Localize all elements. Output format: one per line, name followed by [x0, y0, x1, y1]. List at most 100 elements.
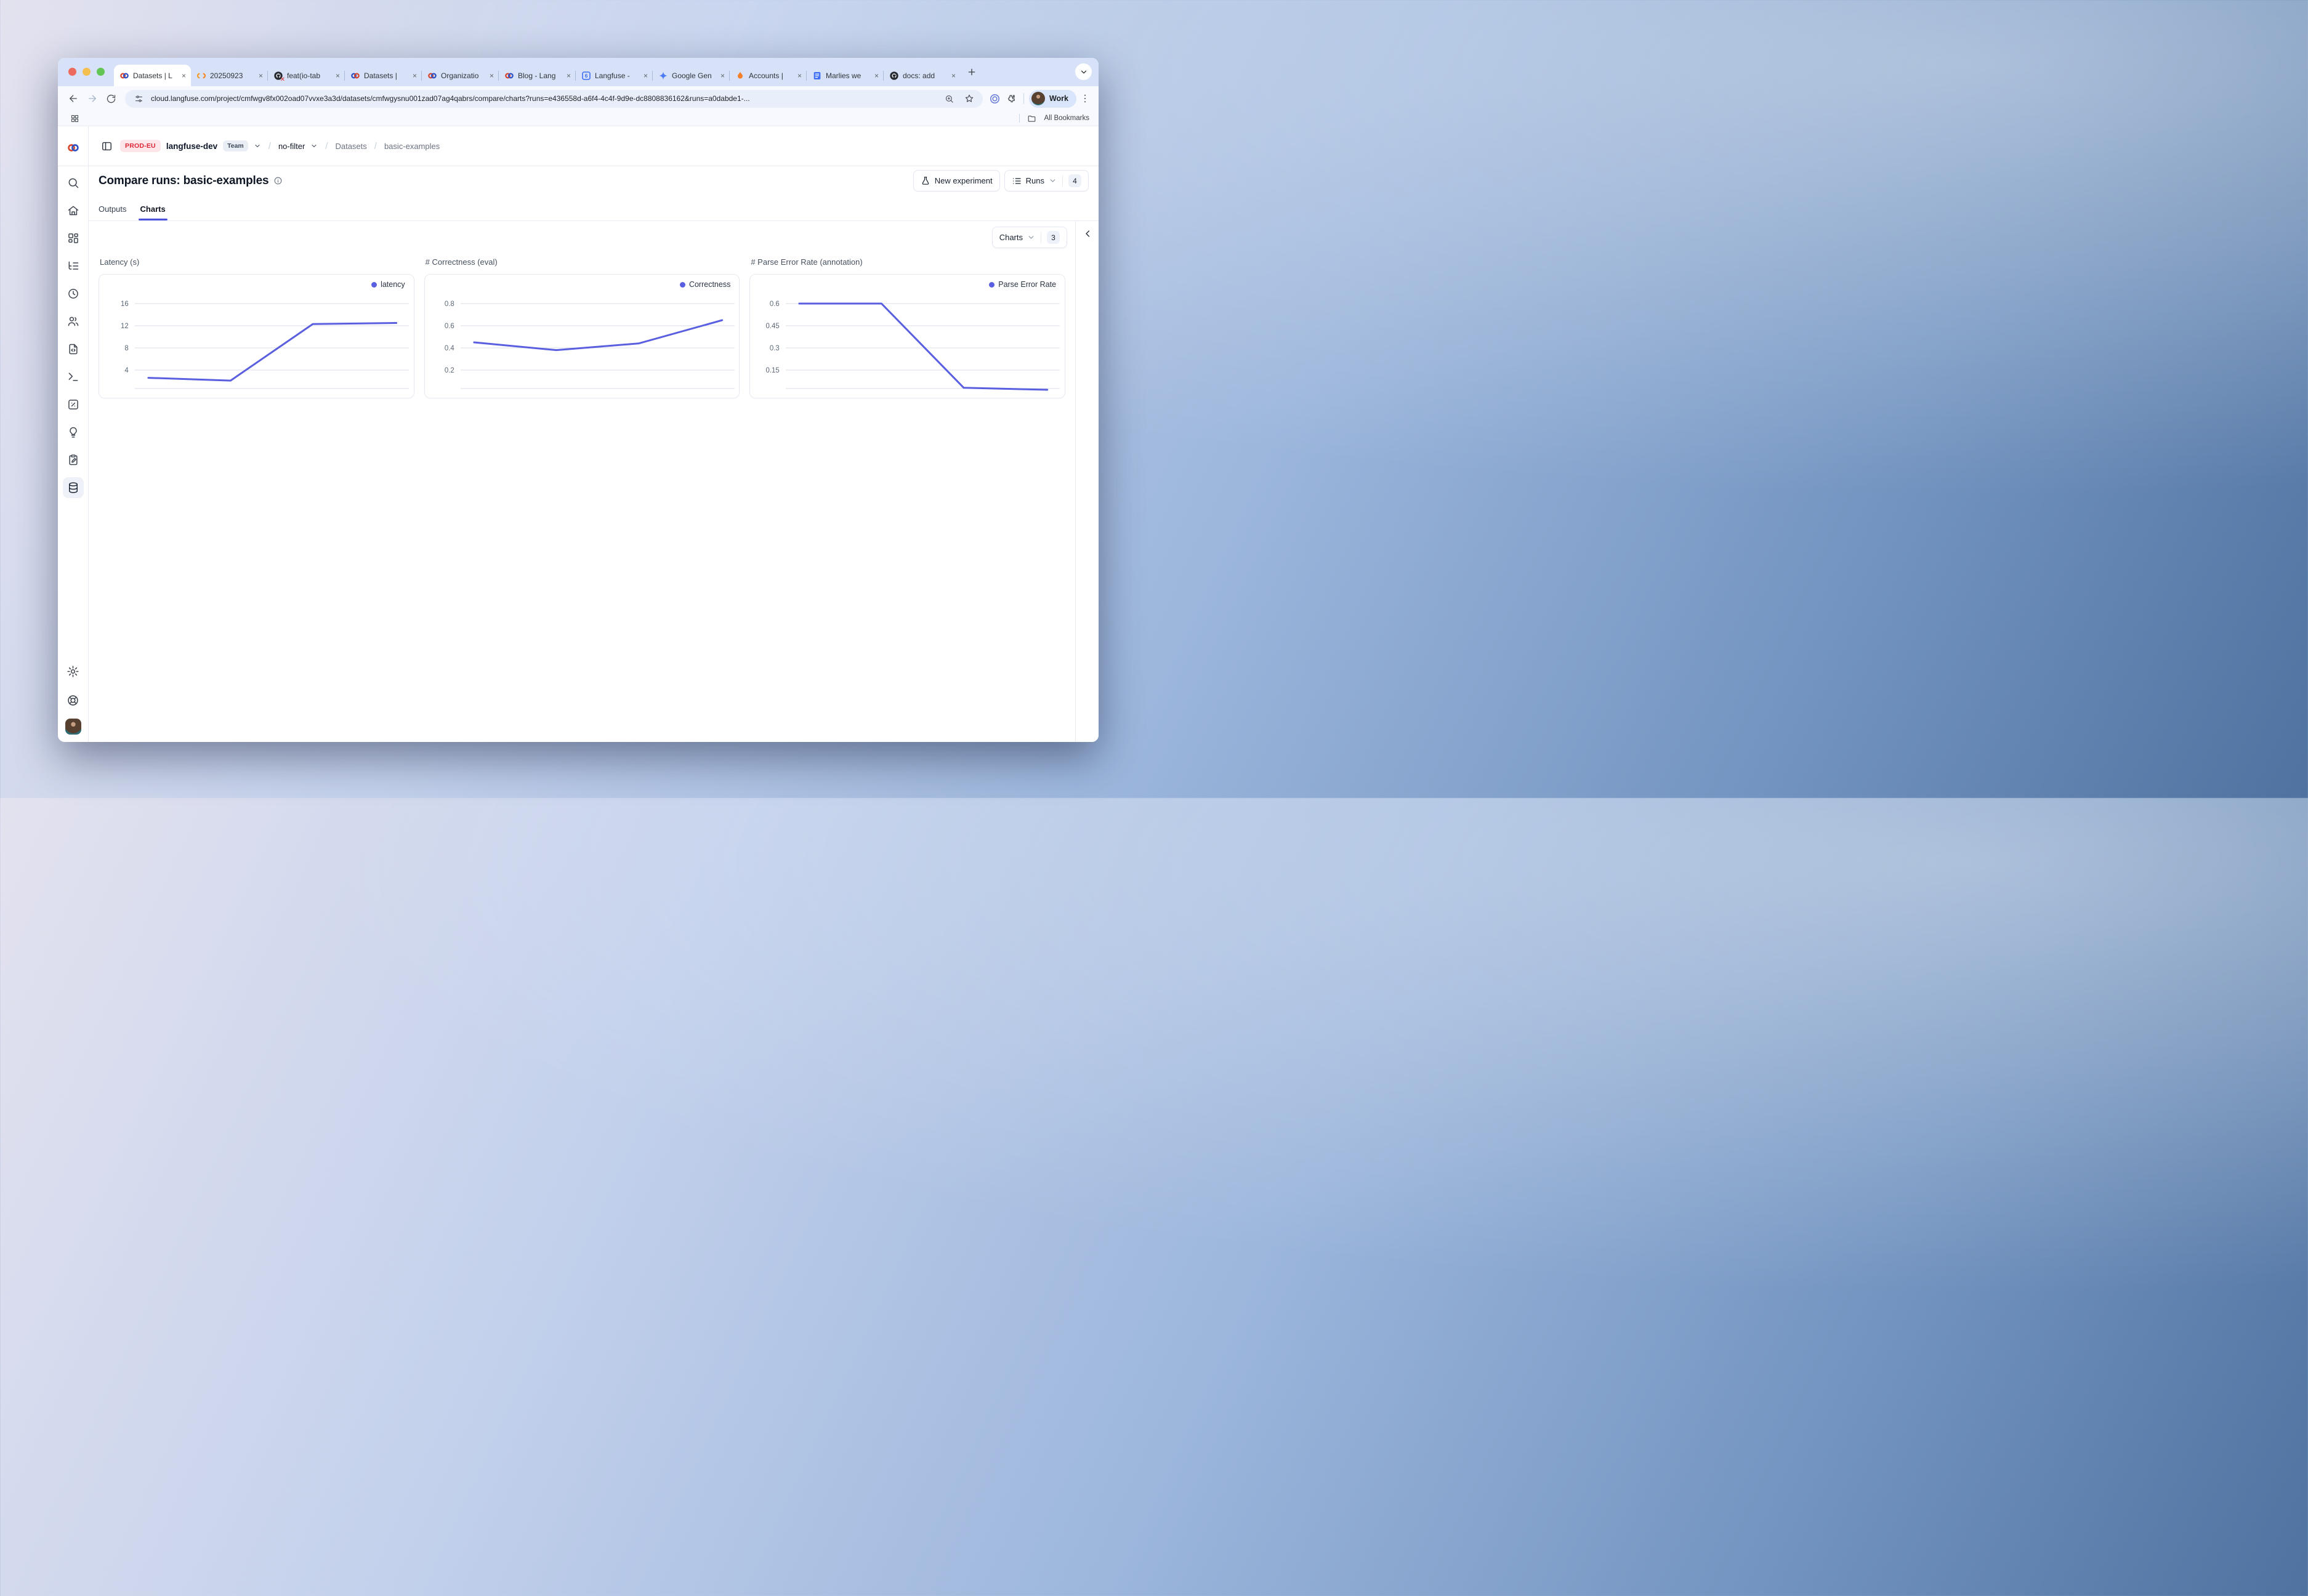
- close-window-button[interactable]: [68, 68, 76, 76]
- sidebar-bottom: [63, 661, 84, 735]
- browser-tab[interactable]: Datasets | ×: [345, 65, 422, 86]
- tab-close-icon[interactable]: ×: [874, 71, 879, 80]
- tab-search-button[interactable]: [1075, 63, 1092, 80]
- tab-close-icon[interactable]: ×: [720, 71, 725, 80]
- bookmark-star-icon[interactable]: [962, 91, 977, 106]
- terminal-icon: [67, 371, 79, 383]
- tab-title: Google Gen: [672, 71, 716, 80]
- right-panel-collapsed: [1075, 221, 1099, 742]
- browser-tab[interactable]: 6Langfuse -×: [576, 65, 653, 86]
- sidebar-item-datasets[interactable]: [63, 477, 84, 498]
- tab-title: Datasets |: [364, 71, 408, 80]
- tab-title: docs: add: [903, 71, 947, 80]
- minimize-window-button[interactable]: [83, 68, 91, 76]
- chart-card: Parse Error Rate0.60.450.30.15: [749, 274, 1065, 398]
- extensions-icon[interactable]: [1004, 91, 1019, 106]
- tab-close-icon[interactable]: ×: [412, 71, 418, 80]
- breadcrumb-dataset-name[interactable]: basic-examples: [384, 142, 440, 151]
- browser-tab[interactable]: Datasets | L×: [114, 65, 191, 86]
- search-icon: [67, 177, 79, 189]
- sidebar-item-dashboards[interactable]: [63, 228, 84, 249]
- svg-text:0.15: 0.15: [766, 367, 780, 374]
- tab-close-icon[interactable]: ×: [181, 71, 187, 80]
- back-button[interactable]: [64, 90, 82, 108]
- sidebar-item-insights[interactable]: [63, 422, 84, 443]
- browser-tab[interactable]: docs: add ×: [884, 65, 961, 86]
- legend-dot: [989, 282, 995, 288]
- svg-text:16: 16: [121, 300, 129, 308]
- tab-close-icon[interactable]: ×: [797, 71, 802, 80]
- clock-icon: [67, 288, 79, 300]
- project-name[interactable]: no-filter: [278, 142, 305, 151]
- browser-tab[interactable]: Blog - Lang×: [499, 65, 576, 86]
- dots-icon: [1079, 93, 1091, 104]
- tab-close-icon[interactable]: ×: [566, 71, 571, 80]
- info-icon[interactable]: [273, 176, 283, 185]
- sidebar-item-playground[interactable]: [63, 366, 84, 387]
- tab-list: Datasets | L×20250923×✕feat(io-tab×Datas…: [114, 58, 961, 86]
- sidebar-item-settings[interactable]: [63, 661, 84, 682]
- sidebar-item-support[interactable]: [63, 690, 84, 711]
- line-chart-svg: 0.80.60.40.2: [425, 275, 740, 398]
- sidebar-item-search[interactable]: [63, 172, 84, 193]
- tab-outputs[interactable]: Outputs: [99, 204, 127, 220]
- sidebar-item-users[interactable]: [63, 311, 84, 332]
- profile-chip[interactable]: Work: [1029, 90, 1076, 108]
- tab-title: 20250923: [210, 71, 254, 80]
- new-experiment-button[interactable]: New experiment: [913, 170, 1000, 191]
- org-name[interactable]: langfuse-dev: [166, 142, 217, 151]
- new-tab-button[interactable]: [964, 64, 980, 80]
- sidebar-item-evaluation[interactable]: [63, 394, 84, 415]
- tab-charts[interactable]: Charts: [140, 204, 166, 220]
- project-chevron-down-icon[interactable]: [310, 142, 318, 150]
- browser-menu-icon[interactable]: [1078, 91, 1092, 106]
- all-bookmarks-label[interactable]: All Bookmarks: [1044, 115, 1090, 122]
- breadcrumb-datasets-link[interactable]: Datasets: [335, 142, 366, 151]
- langfuse-favicon: [427, 71, 437, 81]
- browser-tab[interactable]: ✕feat(io-tab×: [268, 65, 345, 86]
- chart-title: # Correctness (eval): [426, 257, 740, 267]
- tab-close-icon[interactable]: ×: [335, 71, 341, 80]
- collapse-panel-chevron-left-icon[interactable]: [1081, 227, 1094, 240]
- user-avatar[interactable]: [65, 719, 81, 735]
- charts-dropdown-button[interactable]: Charts 3: [992, 227, 1067, 248]
- runs-dropdown-button[interactable]: Runs 4: [1004, 170, 1089, 191]
- tab-close-icon[interactable]: ×: [489, 71, 494, 80]
- tab-close-icon[interactable]: ×: [951, 71, 956, 80]
- svg-text:4: 4: [124, 367, 129, 374]
- address-bar[interactable]: cloud.langfuse.com/project/cmfwgv8fx002o…: [125, 90, 983, 108]
- file-code-icon: [67, 343, 79, 355]
- forward-button[interactable]: [83, 90, 101, 108]
- browser-tab[interactable]: Google Gen ×: [653, 65, 730, 86]
- org-chevron-down-icon[interactable]: [254, 142, 261, 150]
- maximize-window-button[interactable]: [97, 68, 105, 76]
- browser-tab[interactable]: Accounts |×: [730, 65, 807, 86]
- line-chart-svg: 0.60.450.30.15: [750, 275, 1065, 398]
- zoom-in-icon: [945, 94, 954, 103]
- bookmarks-divider: [1019, 114, 1020, 123]
- browser-tab[interactable]: Organizatio×: [422, 65, 499, 86]
- sidebar-toggle-icon[interactable]: [99, 138, 115, 154]
- sidebar-item-home[interactable]: [63, 200, 84, 221]
- svg-text:0.4: 0.4: [445, 345, 455, 352]
- zoom-icon[interactable]: [942, 91, 957, 106]
- password-manager-icon[interactable]: [988, 91, 1003, 106]
- tab-close-icon[interactable]: ×: [258, 71, 264, 80]
- sidebar-item-tracing[interactable]: [63, 256, 84, 276]
- apps-grid-icon[interactable]: [67, 111, 82, 126]
- langfuse-logo[interactable]: [67, 142, 80, 154]
- site-info-icon[interactable]: [131, 91, 146, 106]
- browser-tab[interactable]: 20250923 ×: [191, 65, 268, 86]
- sidebar-item-prompts[interactable]: [63, 339, 84, 360]
- data-line: [799, 304, 1047, 390]
- reload-button[interactable]: [102, 90, 120, 108]
- chart-block: # Correctness (eval)Correctness0.80.60.4…: [424, 257, 740, 398]
- sidebar-item-annotation-queues[interactable]: [63, 449, 84, 470]
- gear-icon: [67, 665, 79, 678]
- langfuse-knot-icon: [67, 142, 80, 154]
- langfuse-favicon: [350, 71, 360, 81]
- tab-close-icon[interactable]: ×: [643, 71, 648, 80]
- chevron-down-icon: [1049, 177, 1057, 185]
- browser-tab[interactable]: Marlies we×: [807, 65, 884, 86]
- sidebar-item-sessions[interactable]: [63, 283, 84, 304]
